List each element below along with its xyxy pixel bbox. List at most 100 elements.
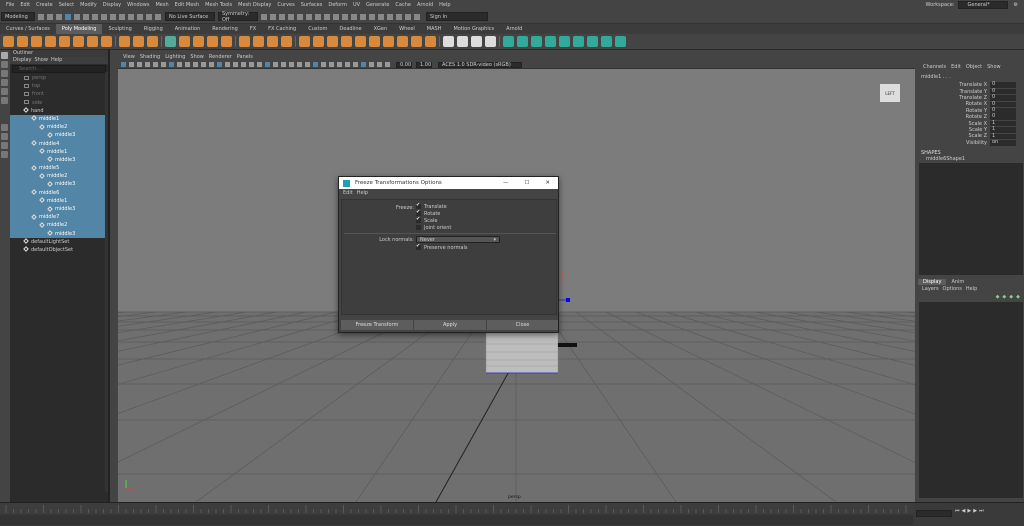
menu-item-display[interactable]: Display [103, 2, 121, 8]
menu-item-generate[interactable]: Generate [366, 2, 389, 8]
menu-item-edit-mesh[interactable]: Edit Mesh [175, 2, 199, 8]
shelf-tab-wheel[interactable]: Wheel [393, 24, 421, 34]
status-tool-icon[interactable] [92, 13, 98, 20]
viewport-tool-icon[interactable] [225, 62, 230, 67]
menu-item-help[interactable]: Help [439, 2, 450, 8]
shelf-tool-icon[interactable] [165, 36, 176, 47]
status-tool-icon[interactable] [128, 13, 134, 20]
outliner-menu-display[interactable]: Display [13, 57, 31, 64]
shelf-tool-icon[interactable] [341, 36, 352, 47]
step-back-icon[interactable]: ◀ [962, 508, 966, 514]
channel-attribute-row[interactable]: Rotate Y0 [918, 107, 1024, 114]
menuset-dropdown[interactable]: Modeling [1, 12, 35, 21]
status-tool-icon[interactable] [74, 13, 80, 20]
layer-menu-options[interactable]: Options [943, 286, 962, 292]
freeze-option-scale-checkbox[interactable]: Scale [416, 216, 451, 225]
shelf-tool-icon[interactable] [239, 36, 250, 47]
status-tool-icon[interactable] [119, 13, 125, 20]
layer-new-icon[interactable]: ◆ [1002, 294, 1006, 300]
shelf-tool-icon[interactable] [355, 36, 366, 47]
shelf-tool-icon[interactable] [281, 36, 292, 47]
shelf-tool-icon[interactable] [253, 36, 264, 47]
layer-tab-display[interactable]: Display [918, 279, 947, 286]
viewport-tool-icon[interactable] [249, 62, 254, 67]
channel-attribute-value[interactable]: 0 [990, 95, 1016, 101]
shelf-tool-icon[interactable] [3, 36, 14, 47]
viewport-menu-shading[interactable]: Shading [140, 54, 160, 61]
step-forward-icon[interactable]: ▶ [973, 508, 977, 514]
shelf-tool-icon[interactable] [59, 36, 70, 47]
freeze-option-translate-checkbox[interactable]: Translate [416, 202, 451, 211]
render-tool-icon[interactable] [261, 13, 267, 20]
channel-attribute-value[interactable]: 1 [990, 127, 1016, 133]
select-tool-icon[interactable] [1, 52, 8, 59]
viewport-tool-icon[interactable] [289, 62, 294, 67]
viewport-tool-icon[interactable] [313, 62, 318, 67]
layer-move-icon[interactable]: ◆ [1016, 294, 1020, 300]
viewport-menu-renderer[interactable]: Renderer [209, 54, 232, 61]
outliner-menu-help[interactable]: Help [51, 57, 62, 64]
play-icon[interactable]: ▶ [967, 508, 971, 514]
render-tool-icon[interactable] [315, 13, 321, 20]
channel-attribute-row[interactable]: Visibility on [918, 139, 1024, 146]
shelf-tool-icon[interactable] [133, 36, 144, 47]
shelf-tool-icon[interactable] [73, 36, 84, 47]
layout-four-icon[interactable] [1, 133, 8, 140]
viewport-field-2[interactable]: 1.00 [416, 61, 432, 68]
channel-attribute-row[interactable]: Rotate X0 [918, 101, 1024, 107]
menu-item-mesh-tools[interactable]: Mesh Tools [205, 2, 232, 8]
lock-normals-dropdown[interactable]: Never ▾ [416, 236, 500, 243]
render-tool-icon[interactable] [369, 13, 375, 20]
shelf-tab-animation[interactable]: Animation [169, 24, 207, 34]
viewport-tool-icon[interactable] [217, 62, 222, 67]
status-tool-icon[interactable] [101, 13, 107, 20]
shelf-tab-poly-modeling[interactable]: Poly Modeling [55, 24, 103, 34]
time-slider[interactable] [0, 503, 1024, 526]
go-start-icon[interactable]: ⏮ [955, 508, 960, 514]
shelf-tool-icon[interactable] [369, 36, 380, 47]
lasso-tool-icon[interactable] [1, 61, 8, 68]
channel-menu-edit[interactable]: Edit [951, 64, 961, 70]
shelf-tool-icon[interactable] [147, 36, 158, 47]
outliner-item[interactable]: middle6 [10, 188, 108, 197]
outliner-item[interactable]: middle1 [10, 196, 108, 205]
outliner-item[interactable]: middle3 [10, 131, 108, 140]
viewport-tool-icon[interactable] [233, 62, 238, 67]
workspace-dropdown[interactable]: General* [957, 1, 1008, 9]
status-tool-icon[interactable] [56, 13, 62, 20]
viewport-tool-icon[interactable] [169, 62, 174, 67]
apply-button[interactable]: Apply [414, 320, 486, 330]
shelf-tool-icon[interactable] [313, 36, 324, 47]
preserve-normals-checkbox[interactable]: Preserve normals [416, 243, 467, 251]
dialog-menu-edit[interactable]: Edit [343, 190, 353, 196]
viewport-tool-icon[interactable] [137, 62, 142, 67]
settings-gear-icon[interactable]: ⚙ [1014, 2, 1018, 8]
shelf-tool-icon[interactable] [531, 36, 542, 47]
viewport-tool-icon[interactable] [345, 62, 350, 67]
viewport-tool-icon[interactable] [153, 62, 158, 67]
render-tool-icon[interactable] [324, 13, 330, 20]
shelf-tab-curves-surfaces[interactable]: Curves / Surfaces [0, 24, 56, 34]
channel-attribute-row[interactable]: Translate Z0 [918, 95, 1024, 101]
shelf-tool-icon[interactable] [425, 36, 436, 47]
shelf-tool-icon[interactable] [517, 36, 528, 47]
go-end-icon[interactable]: ⏭ [979, 508, 984, 514]
channel-attribute-row[interactable]: Translate Y0 [918, 88, 1024, 95]
outliner-item[interactable]: middle2 [10, 123, 108, 132]
menu-item-cache[interactable]: Cache [395, 2, 411, 8]
shelf-tool-icon[interactable] [119, 36, 130, 47]
viewport-tool-icon[interactable] [377, 62, 382, 67]
viewport-tool-icon[interactable] [161, 62, 166, 67]
shelf-tool-icon[interactable] [221, 36, 232, 47]
menu-item-curves[interactable]: Curves [277, 2, 294, 8]
channel-attribute-row[interactable]: Scale Z1 [918, 133, 1024, 139]
outliner-item[interactable]: defaultObjectSet [10, 246, 108, 254]
viewport-menu-show[interactable]: Show [190, 54, 204, 61]
live-surface-dropdown[interactable]: No Live Surface [165, 12, 215, 21]
status-tool-icon[interactable] [83, 13, 89, 20]
render-tool-icon[interactable] [279, 13, 285, 20]
viewport-tool-icon[interactable] [329, 62, 334, 67]
render-tool-icon[interactable] [351, 13, 357, 20]
viewport-menu-panels[interactable]: Panels [237, 54, 253, 61]
shelf-tab-mash[interactable]: MASH [421, 24, 448, 34]
